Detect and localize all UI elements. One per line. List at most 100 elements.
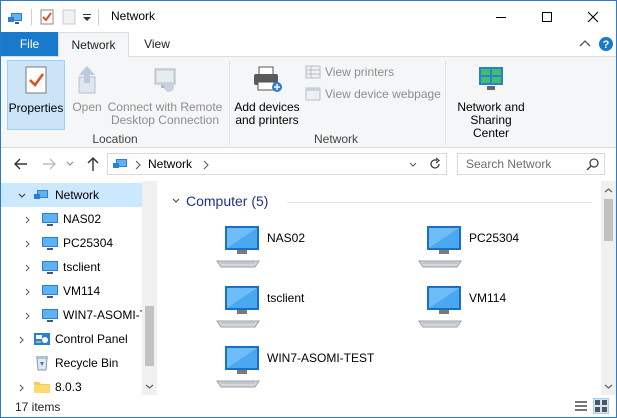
search-box[interactable]: Search Network <box>457 153 605 175</box>
nav-pane-scrollbar[interactable] <box>142 181 157 395</box>
expand-chevron-icon[interactable] <box>17 334 27 344</box>
qat-separator <box>31 9 32 25</box>
network-group-label: Network <box>313 132 358 146</box>
collapse-chevron-icon[interactable] <box>17 190 27 200</box>
computer-item[interactable]: VM114 <box>417 283 607 333</box>
network-app-icon[interactable] <box>7 8 25 26</box>
expand-chevron-icon[interactable] <box>23 262 33 272</box>
sharing-center-icon <box>475 63 507 97</box>
content-scroll-thumb[interactable] <box>604 199 613 241</box>
view-printers-button[interactable]: View printers <box>305 63 394 81</box>
open-icon <box>71 63 103 97</box>
navigation-bar: Network Search Network <box>1 149 616 181</box>
scroll-down-icon[interactable] <box>145 380 154 394</box>
view-device-webpage-button[interactable]: View device webpage <box>305 85 441 103</box>
navigation-pane: Network NAS02 PC25304 tsclient VM114 WIN… <box>1 181 157 395</box>
nav-item-nas02[interactable]: NAS02 <box>1 207 142 231</box>
nav-pane-scroll-thumb[interactable] <box>145 306 154 366</box>
item-count: 17 items <box>15 400 61 414</box>
remote-desktop-button[interactable]: Connect with Remote Desktop Connection <box>107 60 223 130</box>
large-icons-view-icon[interactable] <box>593 398 609 414</box>
add-devices-button[interactable]: Add devices and printers <box>234 60 300 130</box>
view-printers-label: View printers <box>325 65 395 79</box>
expand-chevron-icon[interactable] <box>23 286 33 296</box>
location-group-label: Location <box>92 132 138 146</box>
view-printers-icon <box>305 65 321 79</box>
ribbon-tabs: File Network View ? <box>1 32 616 57</box>
computer-icon <box>41 259 58 275</box>
tab-view[interactable]: View <box>132 32 182 56</box>
nav-item-folder-803[interactable]: 8.0.3 <box>1 375 142 395</box>
tab-file[interactable]: File <box>1 32 58 56</box>
group-header[interactable]: Computer (5) <box>171 193 268 209</box>
computer-item[interactable]: NAS02 <box>215 223 405 273</box>
collapse-ribbon-icon[interactable] <box>577 36 593 52</box>
properties-button[interactable]: Properties <box>7 60 65 130</box>
expand-chevron-icon[interactable] <box>23 310 33 320</box>
printer-icon <box>251 63 283 97</box>
maximize-button[interactable] <box>524 1 570 32</box>
ribbon-group-separator-2 <box>445 61 446 145</box>
computer-item[interactable]: WIN7-ASOMI-TEST <box>215 343 405 393</box>
breadcrumb-network[interactable]: Network <box>148 157 192 171</box>
address-dropdown-icon[interactable] <box>408 159 418 173</box>
breadcrumb-chevron-icon[interactable] <box>134 159 142 173</box>
computer-icon <box>215 283 263 329</box>
details-view-icon[interactable] <box>574 399 588 413</box>
expand-chevron-icon[interactable] <box>23 238 33 248</box>
address-bar[interactable]: Network <box>107 153 447 175</box>
nav-item-pc25304[interactable]: PC25304 <box>1 231 142 255</box>
computer-item[interactable]: tsclient <box>215 283 405 333</box>
new-folder-qat-icon[interactable] <box>60 8 78 26</box>
properties-icon <box>20 64 52 98</box>
group-header-label: Computer (5) <box>186 193 269 209</box>
up-arrow-icon[interactable] <box>85 156 101 172</box>
expand-chevron-icon[interactable] <box>17 382 27 392</box>
close-icon <box>587 11 599 22</box>
back-arrow-icon[interactable] <box>13 156 29 172</box>
properties-qat-icon[interactable] <box>38 8 56 26</box>
content-scrollbar[interactable] <box>601 181 616 395</box>
quick-access-toolbar <box>7 7 105 27</box>
title-bar: Network <box>1 1 616 32</box>
nav-item-network[interactable]: Network <box>1 183 142 207</box>
nav-item-vm114[interactable]: VM114 <box>1 279 142 303</box>
sharing-center-button[interactable]: Network and Sharing Center <box>452 60 530 140</box>
forward-arrow-icon[interactable] <box>41 156 57 172</box>
svg-text:?: ? <box>603 39 610 51</box>
search-icon[interactable] <box>586 157 600 174</box>
remote-desktop-label-2: Desktop Connection <box>110 113 220 127</box>
scroll-up-icon[interactable] <box>604 184 613 198</box>
qat-dropdown-icon[interactable] <box>82 8 92 26</box>
scroll-down-icon[interactable] <box>604 380 613 394</box>
computer-icon <box>215 343 263 389</box>
content-pane: Computer (5) NAS02 PC25304 tsclient VM11… <box>157 181 616 395</box>
group-divider <box>287 202 592 203</box>
search-input[interactable]: Search Network <box>466 157 551 171</box>
open-label: Open <box>72 100 102 114</box>
minimize-button[interactable] <box>478 1 524 32</box>
nav-item-recycle-bin[interactable]: Recycle Bin <box>1 351 142 375</box>
tab-network[interactable]: Network <box>58 32 129 57</box>
help-icon[interactable]: ? <box>598 36 614 52</box>
open-button[interactable]: Open <box>67 60 107 130</box>
computer-item[interactable]: PC25304 <box>417 223 607 273</box>
expand-chevron-icon[interactable] <box>23 214 33 224</box>
minimize-icon <box>496 16 506 18</box>
add-devices-label-2: and printers <box>235 113 299 127</box>
recent-locations-icon[interactable] <box>65 156 75 172</box>
remote-desktop-icon <box>149 63 181 97</box>
breadcrumb-chevron-icon-2[interactable] <box>202 159 210 173</box>
nav-item-win7[interactable]: WIN7-ASOMI-T <box>1 303 147 327</box>
computer-item-label: VM114 <box>469 291 507 305</box>
properties-label: Properties <box>8 101 64 115</box>
nav-label: Recycle Bin <box>55 356 119 370</box>
nav-item-tsclient[interactable]: tsclient <box>1 255 142 279</box>
close-button[interactable] <box>570 1 616 32</box>
sharing-center-label-2: Sharing Center <box>470 113 512 140</box>
nav-item-control-panel[interactable]: Control Panel <box>1 327 142 351</box>
nav-label: Network <box>55 188 100 202</box>
maximize-icon <box>542 11 552 22</box>
view-device-webpage-label: View device webpage <box>325 87 441 101</box>
refresh-icon[interactable] <box>428 157 442 174</box>
